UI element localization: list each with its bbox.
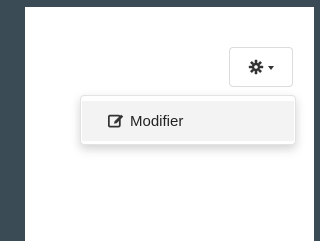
edit-icon — [108, 114, 124, 128]
menu-item-modifier[interactable]: Modifier — [82, 101, 294, 141]
left-sidebar-strip — [0, 0, 25, 241]
settings-dropdown-menu: Modifier — [80, 95, 296, 145]
app-root: Modifier — [0, 0, 314, 241]
menu-item-label: Modifier — [130, 112, 184, 130]
top-bar — [25, 0, 314, 7]
gear-icon — [248, 59, 264, 75]
settings-dropdown-button[interactable] — [229, 47, 293, 87]
caret-down-icon — [268, 66, 274, 70]
